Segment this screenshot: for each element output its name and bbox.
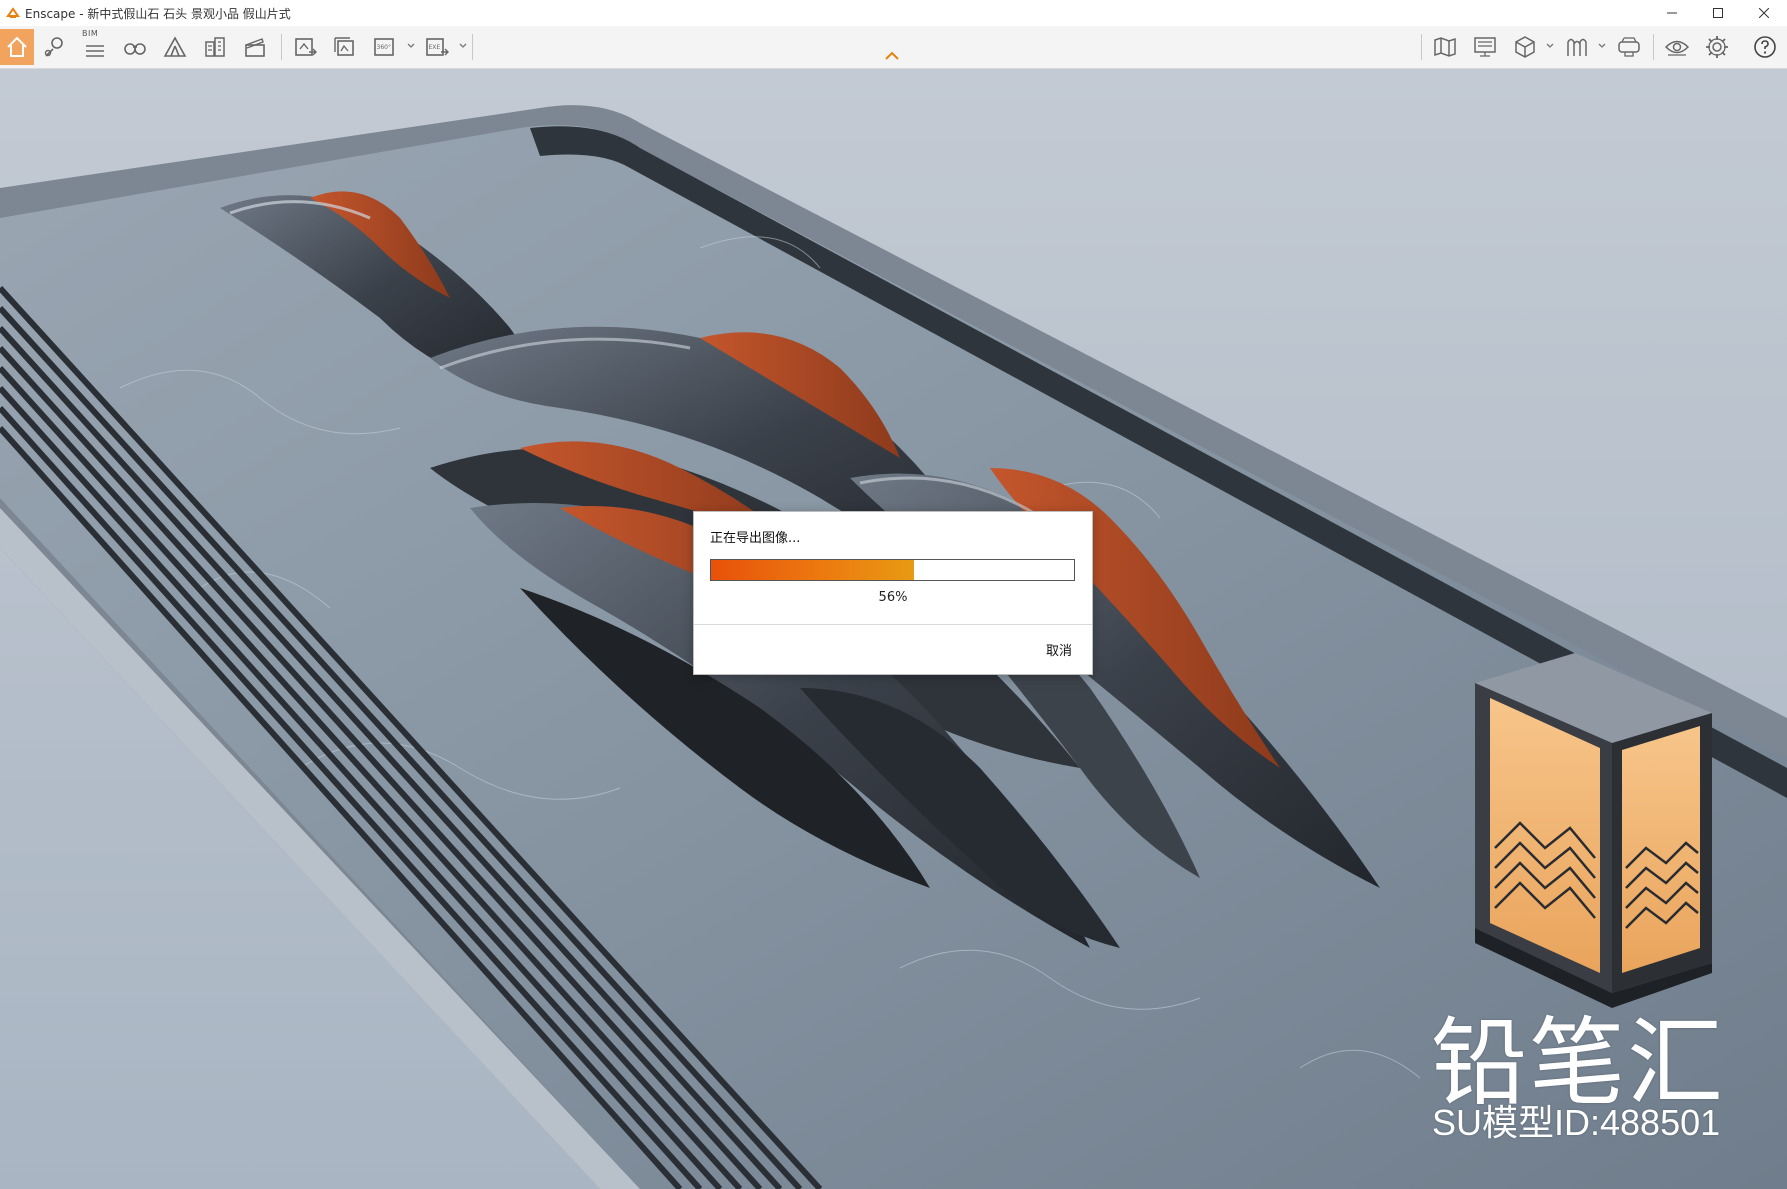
home-icon[interactable] [0, 29, 34, 65]
export-progress-dialog: 正在导出图像... 56% 取消 [693, 511, 1093, 675]
batch-export-icon[interactable] [328, 29, 362, 65]
cube-icon[interactable] [1508, 29, 1542, 65]
help-icon[interactable] [1748, 29, 1782, 65]
toolbar-separator [472, 34, 473, 60]
toolbar-separator [1653, 34, 1654, 60]
screenshot-export-icon[interactable] [288, 29, 322, 65]
toolbar-separator [1421, 34, 1422, 60]
maximize-icon[interactable] [1695, 0, 1741, 26]
binoculars-icon[interactable] [118, 29, 152, 65]
close-icon[interactable] [1741, 0, 1787, 26]
window-title: Enscape - 新中式假山石 石头 景观小品 假山片式 [25, 6, 291, 21]
minimize-icon[interactable] [1649, 0, 1695, 26]
monitor-icon[interactable] [1468, 29, 1502, 65]
chevron-down-icon[interactable] [1545, 41, 1555, 51]
lantern [1475, 653, 1712, 1008]
clapperboard-icon[interactable] [238, 29, 272, 65]
toolbar-separator [281, 34, 282, 60]
dialog-title: 正在导出图像... [710, 531, 801, 546]
dialog-divider [694, 624, 1092, 625]
vr-headset-icon[interactable] [1612, 29, 1646, 65]
bim-list-icon[interactable] [78, 29, 112, 65]
window-controls [1649, 0, 1787, 26]
chevron-down-icon[interactable] [1597, 41, 1607, 51]
progress-percent: 56% [878, 590, 908, 605]
toolbar: BIM 360° EXE [0, 26, 1787, 69]
panorama-360-label: 360° [377, 44, 391, 51]
buildings-icon[interactable] [198, 29, 232, 65]
asset-library-icon[interactable] [1560, 29, 1594, 65]
location-pin-icon[interactable] [38, 29, 72, 65]
cancel-button[interactable]: 取消 [1002, 637, 1072, 661]
panorama-360-icon[interactable]: 360° [368, 29, 402, 65]
tent-icon[interactable] [158, 29, 192, 65]
gear-icon[interactable] [1700, 29, 1734, 65]
chevron-down-icon[interactable] [458, 41, 468, 51]
chevron-down-icon[interactable] [406, 41, 416, 51]
title-bar: Enscape - 新中式假山石 石头 景观小品 假山片式 [0, 0, 1787, 26]
enscape-logo-icon [6, 7, 20, 18]
map-icon[interactable] [1428, 29, 1462, 65]
toolbar-collapse-chevron-icon[interactable] [884, 50, 900, 62]
progress-bar [710, 559, 1075, 581]
exe-label: EXE [429, 44, 441, 51]
eye-settings-icon[interactable] [1660, 29, 1694, 65]
watermark-model-id: SU模型ID:488501 [1432, 1102, 1721, 1143]
progress-fill [711, 560, 915, 580]
exe-export-icon[interactable]: EXE [420, 29, 454, 65]
